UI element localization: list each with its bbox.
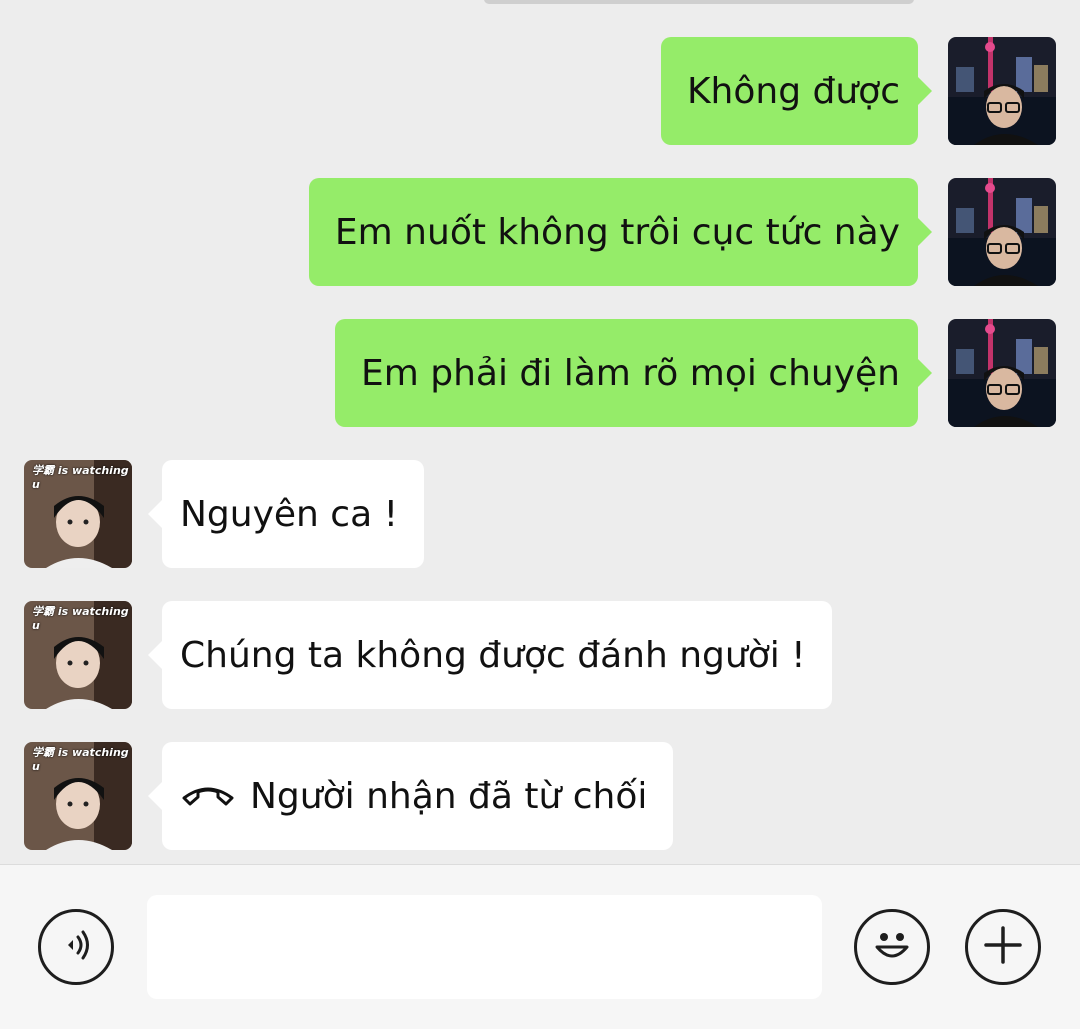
message-text: Chúng ta không được đánh người ! — [180, 634, 806, 676]
voice-icon — [56, 925, 96, 969]
my-avatar[interactable] — [948, 37, 1056, 145]
message-text: Nguyên ca ! — [180, 493, 399, 535]
avatar-caption: 学霸 is watching u — [32, 746, 129, 773]
emoji-icon — [864, 917, 920, 977]
message-text: Em phải đi làm rõ mọi chuyện — [360, 352, 900, 394]
voice-button[interactable] — [38, 909, 114, 985]
message-input[interactable] — [147, 895, 822, 999]
message-bubble-received[interactable]: Chúng ta không được đánh người ! — [148, 601, 832, 709]
message-text: Em nuốt không trôi cục tức này — [334, 211, 900, 253]
message-row-sent: Em nuốt không trôi cục tức này — [0, 178, 1080, 286]
plus-icon — [978, 920, 1028, 974]
message-bubble-sent[interactable]: Em phải đi làm rõ mọi chuyện — [334, 319, 933, 427]
contact-avatar[interactable]: 学霸 is watching u — [24, 460, 132, 568]
avatar-caption: 学霸 is watching u — [32, 464, 129, 491]
chat-message-list[interactable]: Không được Em nuốt không trôi cục tức nà… — [0, 0, 1080, 864]
message-text: Không được — [686, 70, 900, 112]
message-row-received: 学霸 is watching u Nguyên ca ! — [0, 460, 1080, 568]
call-declined-icon — [180, 776, 236, 817]
message-row-sent: Không được — [0, 37, 1080, 145]
emoji-button[interactable] — [854, 909, 930, 985]
message-row-received: 学霸 is watching u Chúng ta không được đán… — [0, 601, 1080, 709]
message-row-sent: Em phải đi làm rõ mọi chuyện — [0, 319, 1080, 427]
contact-avatar[interactable]: 学霸 is watching u — [24, 601, 132, 709]
contact-avatar[interactable]: 学霸 is watching u — [24, 742, 132, 850]
message-row-received: 学霸 is watching u Người nhận đã từ chối — [0, 742, 1080, 850]
message-text: Người nhận đã từ chối — [250, 775, 648, 817]
avatar-caption: 学霸 is watching u — [32, 605, 129, 632]
call-record-bubble[interactable]: Người nhận đã từ chối — [147, 742, 674, 850]
more-button[interactable] — [965, 909, 1041, 985]
input-toolbar — [0, 864, 1080, 1029]
previous-message-edge — [484, 0, 914, 4]
message-bubble-received[interactable]: Nguyên ca ! — [147, 460, 425, 568]
message-bubble-sent[interactable]: Em nuốt không trôi cục tức này — [308, 178, 933, 286]
message-bubble-sent[interactable]: Không được — [660, 37, 933, 145]
my-avatar[interactable] — [948, 178, 1056, 286]
my-avatar[interactable] — [948, 319, 1056, 427]
